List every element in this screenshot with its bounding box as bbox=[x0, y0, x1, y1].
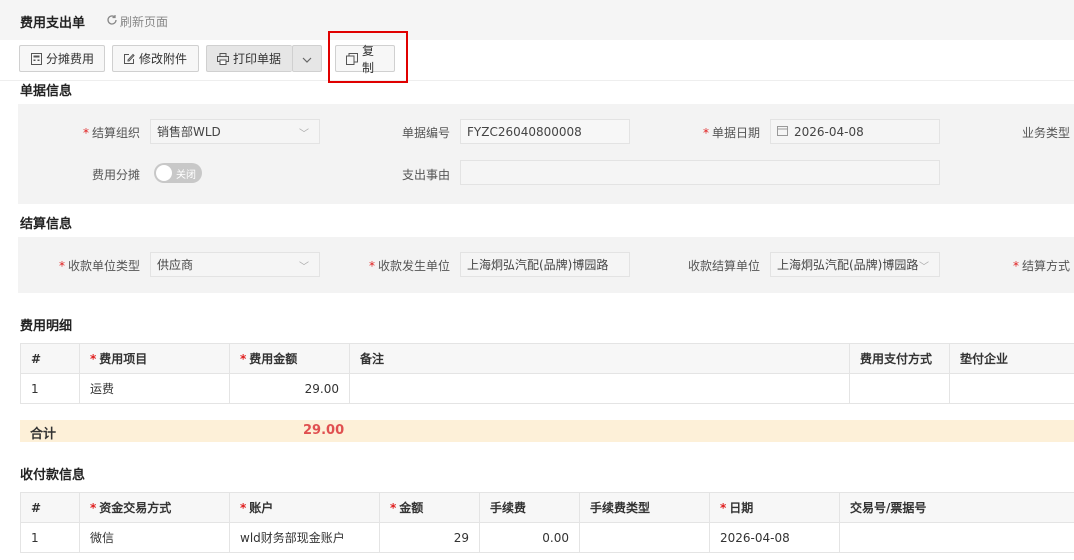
col-advance-company: 垫付企业 bbox=[949, 343, 1074, 374]
section-doc-info: 单据信息 bbox=[20, 84, 73, 99]
col-fee-item: * 费用项目 bbox=[79, 343, 230, 374]
print-button-label: 打印单据 bbox=[233, 52, 282, 66]
col-fee-amount: * 费用金额 bbox=[229, 343, 350, 374]
fee-table-header: # * 费用项目 * 费用金额 备注 费用支付方式 垫付企业 bbox=[20, 343, 1074, 374]
allocate-label: 费用分摊 bbox=[91, 168, 140, 182]
cell-index: 1 bbox=[20, 522, 80, 553]
chevron-down-icon: ﹀ bbox=[299, 129, 309, 140]
print-button[interactable]: 打印单据 bbox=[206, 45, 292, 72]
table-row[interactable]: 1 运费 29.00 bbox=[20, 373, 1074, 404]
settle-unit-select[interactable]: 上海炯弘汽配(品牌)博园路 ﹀ bbox=[770, 252, 940, 277]
edit-icon bbox=[123, 53, 135, 65]
payee-type-label: * 收款单位类型 bbox=[58, 259, 140, 273]
refresh-icon bbox=[106, 14, 118, 29]
org-label: * 结算组织 bbox=[82, 126, 140, 140]
date-field[interactable]: 2026-04-08 bbox=[770, 119, 940, 144]
allocate-toggle[interactable]: 关闭 bbox=[154, 163, 202, 183]
printer-icon bbox=[217, 52, 229, 65]
docno-label: 单据编号 bbox=[401, 126, 450, 140]
cell-account[interactable]: wld财务部现金账户 bbox=[229, 522, 380, 553]
cell-remark[interactable] bbox=[349, 373, 850, 404]
title-bar: 费用支出单 刷新页面 bbox=[0, 0, 1074, 41]
cell-pay-method[interactable] bbox=[849, 373, 950, 404]
fee-total-row: 合计 29.00 bbox=[20, 420, 1074, 442]
cell-trade-no[interactable] bbox=[839, 522, 1074, 553]
edit-attachment-label: 修改附件 bbox=[139, 52, 188, 66]
reason-input[interactable] bbox=[460, 160, 940, 185]
date-label: * 单据日期 bbox=[702, 126, 760, 140]
copy-button-highlight bbox=[328, 31, 408, 83]
biztype-label: 业务类型 bbox=[1021, 126, 1070, 140]
calendar-icon bbox=[777, 125, 788, 139]
col-fee: 手续费 bbox=[479, 492, 580, 523]
page-title: 费用支出单 bbox=[20, 16, 86, 31]
col-fee-type: 手续费类型 bbox=[579, 492, 710, 523]
total-value: 29.00 bbox=[303, 423, 345, 438]
col-date: * 日期 bbox=[709, 492, 840, 523]
settle-method-label: * 结算方式 bbox=[1012, 259, 1070, 273]
cell-advance-company[interactable] bbox=[949, 373, 1074, 404]
fee-table: # * 费用项目 * 费用金额 备注 费用支付方式 垫付企业 1 运费 29.00 bbox=[20, 343, 1074, 404]
section-fee-detail: 费用明细 bbox=[20, 319, 73, 334]
toggle-knob bbox=[156, 165, 172, 181]
cell-amount[interactable]: 29 bbox=[379, 522, 480, 553]
reason-label: 支出事由 bbox=[401, 168, 450, 182]
edit-attachment-button[interactable]: 修改附件 bbox=[112, 45, 199, 72]
toggle-text: 关闭 bbox=[176, 170, 196, 181]
refresh-link[interactable]: 刷新页面 bbox=[106, 13, 168, 30]
col-index: # bbox=[20, 343, 80, 374]
cell-index: 1 bbox=[20, 373, 80, 404]
payee-unit-field[interactable]: 上海炯弘汽配(品牌)博园路 bbox=[460, 252, 630, 277]
settle-unit-label: 收款结算单位 bbox=[687, 259, 760, 273]
allocate-button[interactable]: 分摊费用 bbox=[19, 45, 105, 72]
chevron-down-icon: ﹀ bbox=[299, 262, 309, 273]
org-select[interactable]: 销售部WLD ﹀ bbox=[150, 119, 320, 144]
cell-fee[interactable]: 0.00 bbox=[479, 522, 580, 553]
toolbar: 分摊费用 修改附件 打印单据 复制 bbox=[0, 40, 1074, 81]
col-amount: * 金额 bbox=[379, 492, 480, 523]
cell-fee-amount[interactable]: 29.00 bbox=[229, 373, 350, 404]
cell-fee-item[interactable]: 运费 bbox=[79, 373, 230, 404]
cell-date[interactable]: 2026-04-08 bbox=[709, 522, 840, 553]
col-index: # bbox=[20, 492, 80, 523]
total-label: 合计 bbox=[30, 427, 57, 442]
col-account: * 账户 bbox=[229, 492, 380, 523]
cell-trade-method[interactable]: 微信 bbox=[79, 522, 230, 553]
payee-type-select[interactable]: 供应商 ﹀ bbox=[150, 252, 320, 277]
docno-field: FYZC26040800008 bbox=[460, 119, 630, 144]
print-dropdown-button[interactable] bbox=[292, 45, 322, 72]
payee-unit-label: * 收款发生单位 bbox=[368, 259, 450, 273]
col-pay-method: 费用支付方式 bbox=[849, 343, 950, 374]
calculator-icon bbox=[30, 52, 42, 65]
chevron-down-icon: ﹀ bbox=[919, 262, 929, 273]
chevron-down-icon bbox=[302, 52, 312, 66]
payment-table: # * 资金交易方式 * 账户 * 金额 手续费 手续费类型 * 日期 交易号/票据号 … bbox=[20, 492, 1074, 553]
allocate-button-label: 分摊费用 bbox=[46, 52, 95, 66]
table-row[interactable]: 1 微信 wld财务部现金账户 29 0.00 2026-04-08 bbox=[20, 522, 1074, 553]
col-trade-method: * 资金交易方式 bbox=[79, 492, 230, 523]
cell-fee-type[interactable] bbox=[579, 522, 710, 553]
col-remark: 备注 bbox=[349, 343, 850, 374]
col-trade-no: 交易号/票据号 bbox=[839, 492, 1074, 523]
refresh-label: 刷新页面 bbox=[120, 15, 169, 29]
section-payment-info: 收付款信息 bbox=[20, 468, 86, 483]
payment-table-header: # * 资金交易方式 * 账户 * 金额 手续费 手续费类型 * 日期 交易号/票据号 bbox=[20, 492, 1074, 523]
section-settle-info: 结算信息 bbox=[20, 217, 73, 232]
